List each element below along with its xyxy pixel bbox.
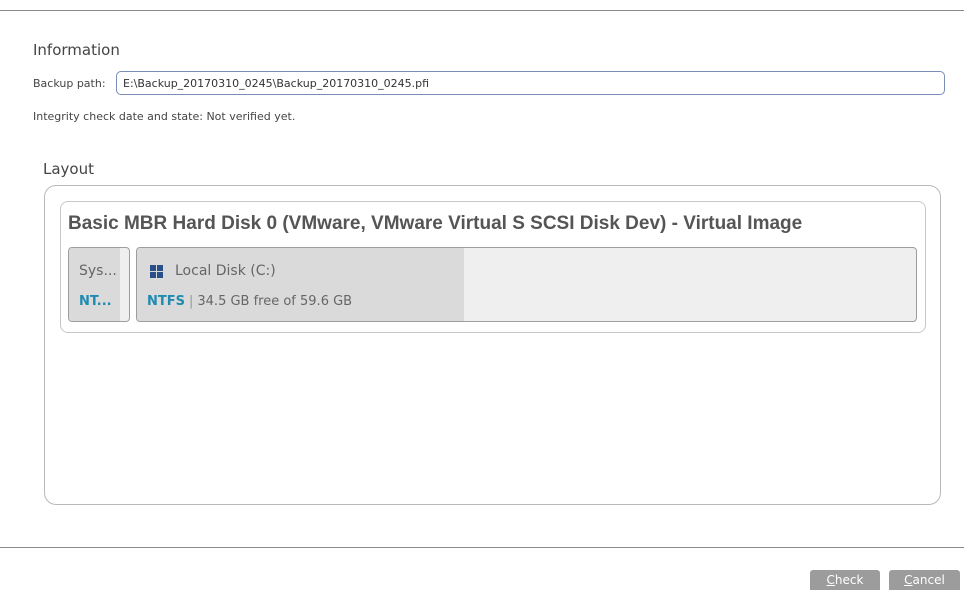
partition-space: 34.5 GB free of 59.6 GB — [197, 294, 353, 309]
backup-path-label: Backup path: — [33, 77, 106, 90]
partition-filesystem: NTFS — [147, 294, 185, 309]
disk-title: Basic MBR Hard Disk 0 (VMware, VMware Vi… — [68, 213, 803, 234]
top-divider — [0, 10, 964, 11]
cancel-button[interactable]: Cancel — [889, 570, 960, 590]
windows-icon — [150, 265, 163, 278]
integrity-check-status: Integrity check date and state: Not veri… — [33, 110, 296, 123]
partition-system-reserved[interactable]: Sys... NT... — [68, 247, 130, 322]
partition-filesystem: NT... — [79, 294, 112, 309]
information-section-title: Information — [33, 41, 120, 59]
partition-local-disk-c[interactable]: Local Disk (C:) NTFS | 34.5 GB free of 59.… — [136, 247, 917, 322]
partition-used-fill — [69, 248, 120, 321]
bottom-divider — [0, 547, 964, 548]
backup-path-field[interactable] — [116, 71, 945, 95]
partition-used-fill — [137, 248, 465, 321]
check-button[interactable]: Check — [810, 570, 880, 590]
partition-name: Sys... — [79, 263, 117, 279]
partition-name: Local Disk (C:) — [175, 263, 276, 279]
layout-section-title: Layout — [43, 160, 94, 178]
